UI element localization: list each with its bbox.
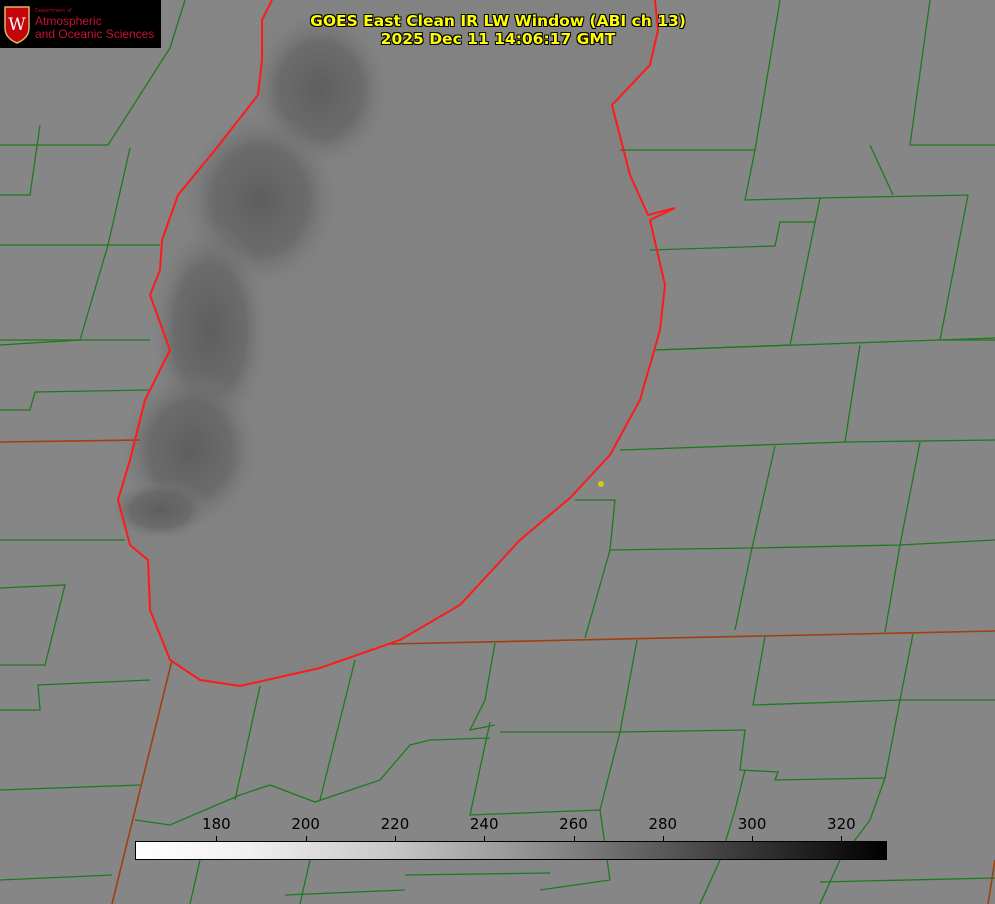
svg-text:W: W [8,15,26,35]
satellite-map [0,0,995,904]
logo-line1: Atmospheric [35,14,102,28]
logo-line2: and Oceanic Sciences [35,27,155,41]
colorbar-tick-label: 300 [737,815,767,833]
location-marker [598,481,604,487]
colorbar-tick-label: 180 [202,815,231,833]
colorbar-tick-label: 260 [559,815,588,833]
colorbar-tick-label: 240 [469,815,499,833]
uw-crest-icon: W [4,6,30,44]
colorbar-tick-label: 320 [827,815,856,833]
aos-logo: W Department of Atmospheric and Oceanic … [0,0,161,48]
image-title: GOES East Clean IR LW Window (ABI ch 13) [310,12,686,30]
colorbar-tick-label: 220 [380,815,410,833]
satellite-image-viewer: W Department of Atmospheric and Oceanic … [0,0,995,904]
image-timestamp: 2025 Dec 11 14:06:17 GMT [380,30,616,48]
colorbar-tick-label: 280 [648,815,678,833]
colorbar [135,841,887,860]
colorbar-tick-label: 200 [291,815,320,833]
